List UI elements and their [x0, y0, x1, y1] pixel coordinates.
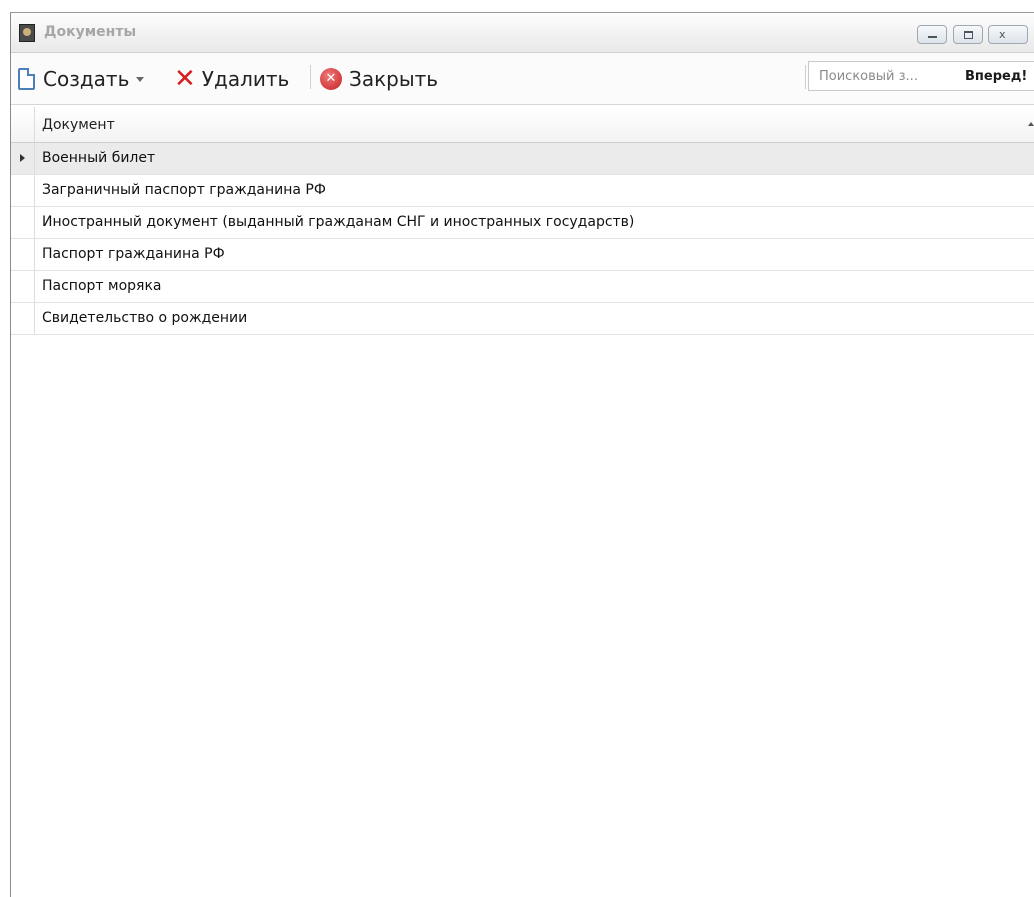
toolbar: Создать ✕ Удалить ✕ Закрыть Вперед! — [11, 53, 1034, 105]
search-input[interactable] — [819, 68, 959, 84]
toolbar-separator — [310, 65, 311, 89]
table-row[interactable]: Иностранный документ (выданный гражданам… — [11, 207, 1034, 239]
table-row[interactable]: Военный билет — [11, 143, 1034, 175]
row-indicator — [11, 271, 35, 302]
table-row[interactable]: Заграничный паспорт гражданина РФ — [11, 175, 1034, 207]
minimize-icon — [927, 36, 937, 38]
new-document-icon — [18, 68, 35, 90]
cell-document: Военный билет — [42, 150, 156, 166]
row-indicator — [11, 303, 35, 334]
minimize-button[interactable] — [917, 25, 947, 44]
title-bar[interactable]: Документы x — [11, 13, 1034, 53]
cell-document: Заграничный паспорт гражданина РФ — [42, 182, 326, 198]
grid-header: Документ — [11, 107, 1034, 143]
create-label: Создать — [43, 67, 130, 91]
window-title: Документы — [44, 24, 137, 40]
row-indicator — [11, 175, 35, 206]
row-indicator-header — [11, 107, 35, 142]
documents-window: Документы x Создать ✕ Удалить ✕ Закрыть … — [10, 12, 1034, 897]
current-row-arrow-icon — [20, 154, 25, 162]
toolbar-separator — [805, 65, 806, 89]
chevron-down-icon[interactable] — [136, 76, 145, 82]
cell-document: Паспорт моряка — [42, 278, 162, 294]
row-indicator — [11, 239, 35, 270]
documents-grid: Документ Военный билет Заграничный паспо… — [11, 107, 1034, 897]
maximize-button[interactable] — [953, 25, 983, 44]
maximize-icon — [963, 31, 973, 39]
close-window-button[interactable]: x — [988, 25, 1028, 44]
table-row[interactable]: Паспорт гражданина РФ — [11, 239, 1034, 271]
delete-x-icon: ✕ — [174, 64, 196, 94]
close-label: Закрыть — [349, 67, 439, 91]
row-indicator — [11, 207, 35, 238]
close-button[interactable]: ✕ Закрыть — [320, 53, 438, 105]
close-circle-icon: ✕ — [320, 68, 342, 90]
search-box: Вперед! — [808, 61, 1034, 91]
cell-document: Иностранный документ (выданный гражданам… — [42, 214, 635, 230]
create-button[interactable]: Создать — [18, 53, 145, 105]
column-header-label: Документ — [42, 117, 115, 133]
column-header-document[interactable]: Документ — [35, 107, 1034, 142]
cell-document: Свидетельство о рождении — [42, 310, 248, 326]
app-icon — [19, 24, 35, 42]
close-icon: x — [999, 28, 1006, 41]
forward-button[interactable]: Вперед! — [965, 69, 1027, 84]
sort-ascending-icon — [1028, 122, 1034, 126]
cell-document: Паспорт гражданина РФ — [42, 246, 225, 262]
table-row[interactable]: Свидетельство о рождении — [11, 303, 1034, 335]
table-row[interactable]: Паспорт моряка — [11, 271, 1034, 303]
row-indicator — [11, 143, 35, 174]
delete-button[interactable]: ✕ Удалить — [174, 53, 289, 105]
delete-label: Удалить — [201, 67, 290, 91]
